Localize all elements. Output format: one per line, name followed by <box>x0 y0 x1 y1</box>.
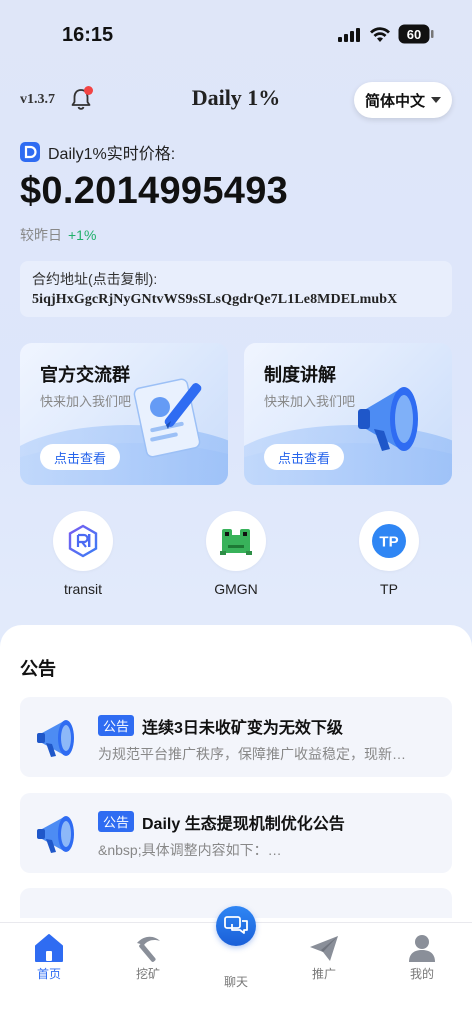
gmgn-frog-icon <box>206 511 266 571</box>
announcement-title: 连续3日未收矿变为无效下级 <box>142 720 343 737</box>
megaphone-icon <box>37 816 74 853</box>
battery-level: 60 <box>407 27 421 42</box>
cellular-signal-icon <box>338 28 360 42</box>
language-label: 简体中文 <box>364 92 425 110</box>
card-title: 官方交流群 <box>40 365 130 385</box>
card-subtitle: 快来加入我们吧 <box>40 394 132 409</box>
link-label: TP <box>380 581 398 597</box>
card-title: 制度讲解 <box>264 365 336 385</box>
chat-icon <box>224 916 248 934</box>
announcement-item[interactable]: 公告 连续3日未收矿变为无效下级 为规范平台推广秩序，保障推广收益稳定，现新… <box>20 697 452 777</box>
announcement-item[interactable]: 公告 Daily 生态提现机制优化公告 &nbsp;具体调整内容如下：… <box>20 793 452 873</box>
status-time: 16:15 <box>62 24 114 46</box>
contract-address-box[interactable]: 合约地址(点击复制): 5iqjHxGgcRjNyGNtvWS9sSLsQgdr… <box>20 261 452 317</box>
tab-label: 首页 <box>36 967 61 981</box>
tab-label: 挖矿 <box>135 967 160 981</box>
link-label: transit <box>63 581 103 597</box>
person-icon <box>409 935 435 962</box>
chat-button[interactable] <box>216 906 256 946</box>
transit-logo-icon <box>53 511 113 571</box>
tab-label: 推广 <box>311 967 336 981</box>
app-header: v1.3.7 Daily 1% 简体中文 <box>0 78 472 122</box>
compare-label: 较昨日 <box>20 227 62 243</box>
tab-chat[interactable]: 聊天 <box>206 941 266 990</box>
tab-promote[interactable]: 推广 <box>294 933 354 982</box>
announcement-desc: 为规范平台推广秩序，保障推广收益稳定，现新… <box>98 746 406 762</box>
announcement-tag: 公告 <box>98 715 134 736</box>
price-label: Daily1%实时价格: <box>48 146 176 163</box>
announcement-sheet: 公告 公告 连续3日未收矿变为无效下级 为规范平台推广秩序，保障推广收益稳定，现… <box>0 625 472 925</box>
announcement-tag: 公告 <box>98 811 134 832</box>
price-label-row: Daily1%实时价格: <box>20 141 175 163</box>
battery-icon: 60 <box>398 24 434 44</box>
link-transit[interactable]: transit <box>33 511 133 597</box>
price-change-row: 较昨日 +1% <box>20 225 96 245</box>
price-change: +1% <box>68 227 97 243</box>
tp-logo-icon: TP <box>359 511 419 571</box>
link-gmgn[interactable]: GMGN <box>186 511 286 597</box>
status-bar: 16:15 60 <box>0 0 472 70</box>
announcement-desc: &nbsp;具体调整内容如下：… <box>98 842 282 858</box>
language-selector[interactable]: 简体中文 <box>354 82 452 118</box>
home-icon <box>35 934 63 962</box>
contract-address: 5iqjHxGgcRjNyGNtvWS9sSLsQgdrQe7L1Le8MDEL… <box>32 292 398 307</box>
caret-down-icon <box>431 97 441 103</box>
section-title: 公告 <box>20 659 56 679</box>
contract-label: 合约地址(点击复制): <box>32 271 158 287</box>
view-button[interactable]: 点击查看 <box>264 444 344 470</box>
card-subtitle: 快来加入我们吧 <box>264 394 356 409</box>
daily-logo-icon <box>20 142 40 162</box>
pickaxe-icon <box>137 936 160 962</box>
price-value: $0.2014995493 <box>20 170 289 212</box>
link-tp[interactable]: TP TP <box>339 511 439 597</box>
tab-home[interactable]: 首页 <box>19 933 79 982</box>
document-pen-icon <box>133 378 202 458</box>
wifi-icon <box>370 27 390 42</box>
paper-plane-icon <box>310 936 338 961</box>
tab-bar: 首页 挖矿 聊天 推广 我的 <box>0 906 472 1024</box>
megaphone-icon <box>358 387 418 451</box>
card-system-explanation[interactable]: 制度讲解 快来加入我们吧 点击查看 <box>244 343 452 485</box>
tab-label: 聊天 <box>223 975 248 989</box>
megaphone-icon <box>37 720 74 757</box>
tp-badge-text: TP <box>379 534 398 551</box>
tab-label: 我的 <box>409 967 434 981</box>
tab-profile[interactable]: 我的 <box>392 933 452 982</box>
link-label: GMGN <box>214 581 258 597</box>
view-button[interactable]: 点击查看 <box>40 444 120 470</box>
announcement-title: Daily 生态提现机制优化公告 <box>142 816 345 833</box>
tab-mining[interactable]: 挖矿 <box>118 933 178 982</box>
card-community-group[interactable]: 官方交流群 快来加入我们吧 点击查看 <box>20 343 228 485</box>
